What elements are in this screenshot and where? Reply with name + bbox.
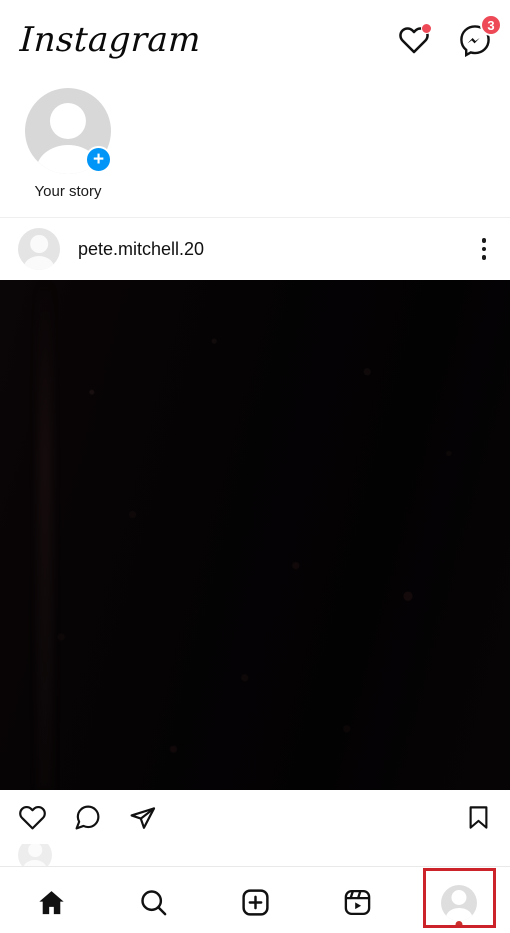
kebab-dot — [481, 255, 486, 260]
nav-item-reels[interactable] — [313, 867, 401, 933]
story-item-your-story[interactable]: + Your story — [18, 88, 118, 200]
activity-button[interactable] — [398, 23, 432, 56]
like-button[interactable] — [18, 803, 47, 832]
plus-square-icon — [241, 889, 269, 916]
post-secondary-actions — [465, 804, 492, 831]
nav-item-create[interactable] — [211, 867, 299, 933]
post-author-username[interactable]: pete.mitchell.20 — [78, 239, 476, 260]
share-button[interactable] — [128, 803, 157, 832]
profile-avatar-icon — [441, 884, 477, 921]
nav-item-home[interactable] — [7, 867, 95, 933]
post-image[interactable] — [0, 280, 510, 790]
post-image-texture — [0, 280, 510, 790]
top-bar-actions: 3 — [398, 14, 502, 57]
your-story-avatar-wrap[interactable]: + — [25, 88, 112, 174]
avatar — [18, 228, 60, 270]
instagram-app: Instagram 3 + Your story pete.mitchell.2… — [0, 0, 510, 933]
nav-item-profile[interactable] — [415, 867, 503, 933]
add-story-plus-icon[interactable]: + — [85, 146, 112, 173]
save-button[interactable] — [465, 804, 492, 831]
post-header: pete.mitchell.20 — [0, 218, 510, 280]
post-image-highlight — [38, 280, 52, 790]
messenger-button[interactable]: 3 — [458, 14, 502, 57]
kebab-dot — [481, 238, 486, 243]
add-comment-row[interactable] — [0, 844, 510, 866]
stories-tray[interactable]: + Your story — [0, 80, 510, 218]
instagram-logo[interactable]: Instagram — [19, 20, 202, 60]
home-icon — [38, 891, 64, 915]
profile-notification-dot — [455, 921, 463, 928]
current-user-avatar — [18, 844, 52, 866]
top-app-bar: Instagram 3 — [0, 0, 510, 80]
activity-notification-dot — [421, 23, 432, 34]
kebab-dot — [481, 246, 486, 252]
messenger-unread-badge: 3 — [480, 14, 502, 36]
search-icon — [140, 890, 166, 916]
post-action-bar — [0, 790, 510, 844]
post-primary-actions — [18, 803, 465, 832]
nav-item-search[interactable] — [109, 867, 197, 933]
post-options-button[interactable] — [476, 232, 493, 266]
bottom-navigation-bar — [0, 866, 510, 933]
comment-button[interactable] — [73, 803, 102, 832]
story-item-label: Your story — [34, 183, 102, 200]
post-author-avatar[interactable] — [18, 228, 60, 270]
reels-icon — [344, 889, 370, 916]
